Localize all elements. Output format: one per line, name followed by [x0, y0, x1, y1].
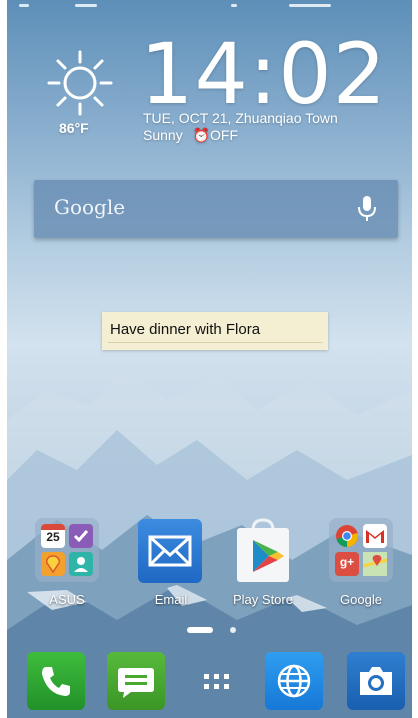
alarm-label: OFF — [210, 127, 239, 143]
microphone-icon[interactable] — [356, 195, 378, 223]
google-search-bar[interactable]: Google — [34, 180, 398, 238]
alarm-clock-icon: ⏰ — [192, 127, 211, 143]
weather-app-icon — [41, 552, 65, 576]
alarm-status: ⏰OFF — [193, 127, 238, 143]
memo-note[interactable]: Have dinner with Flora — [102, 312, 328, 350]
app-label: Google — [340, 592, 382, 607]
app-drawer-button[interactable] — [188, 652, 246, 710]
app-drawer-icon — [204, 674, 229, 689]
maps-icon — [362, 552, 388, 576]
email-icon — [138, 519, 202, 583]
status-bar — [7, 0, 412, 14]
browser-icon — [277, 664, 311, 698]
page-indicator-current — [187, 627, 213, 633]
temperature: 86°F — [59, 120, 89, 136]
calendar-icon: 25 — [41, 524, 65, 548]
clock-time[interactable]: 14:02 — [140, 32, 387, 116]
camera-icon — [360, 667, 392, 695]
phone-icon — [42, 667, 70, 696]
play-store-icon — [237, 518, 289, 582]
page-indicator-dot[interactable] — [230, 627, 236, 633]
memo-text: Have dinner with Flora — [110, 321, 261, 338]
google-search-label: Google — [54, 195, 126, 219]
chrome-icon — [335, 524, 359, 548]
dock-phone-button[interactable] — [27, 652, 85, 710]
folder-icon: 25 — [35, 518, 99, 582]
folder-icon: g+ — [329, 518, 393, 582]
app-label: Email — [154, 592, 188, 607]
sun-icon[interactable] — [45, 48, 115, 118]
gmail-icon — [363, 524, 387, 548]
google-plus-icon: g+ — [335, 552, 359, 576]
home-screen: 86°F 14:02 TUE, OCT 21, Zhuanqiao Town S… — [7, 0, 412, 718]
messaging-icon — [118, 668, 154, 698]
app-label: ASUS — [49, 592, 85, 607]
dock-camera-button[interactable] — [347, 652, 405, 710]
dock-browser-button[interactable] — [265, 652, 323, 710]
tasks-icon — [69, 524, 93, 548]
weather-condition-line: Sunny ⏰OFF — [143, 127, 238, 144]
dock-messaging-button[interactable] — [107, 652, 165, 710]
weather-condition: Sunny — [143, 127, 183, 143]
app-label: Play Store — [233, 592, 293, 607]
calendar-day: 25 — [46, 530, 60, 544]
memo-rule-line — [108, 342, 322, 343]
date-location: TUE, OCT 21, Zhuanqiao Town — [143, 110, 338, 126]
contacts-icon — [69, 552, 93, 576]
